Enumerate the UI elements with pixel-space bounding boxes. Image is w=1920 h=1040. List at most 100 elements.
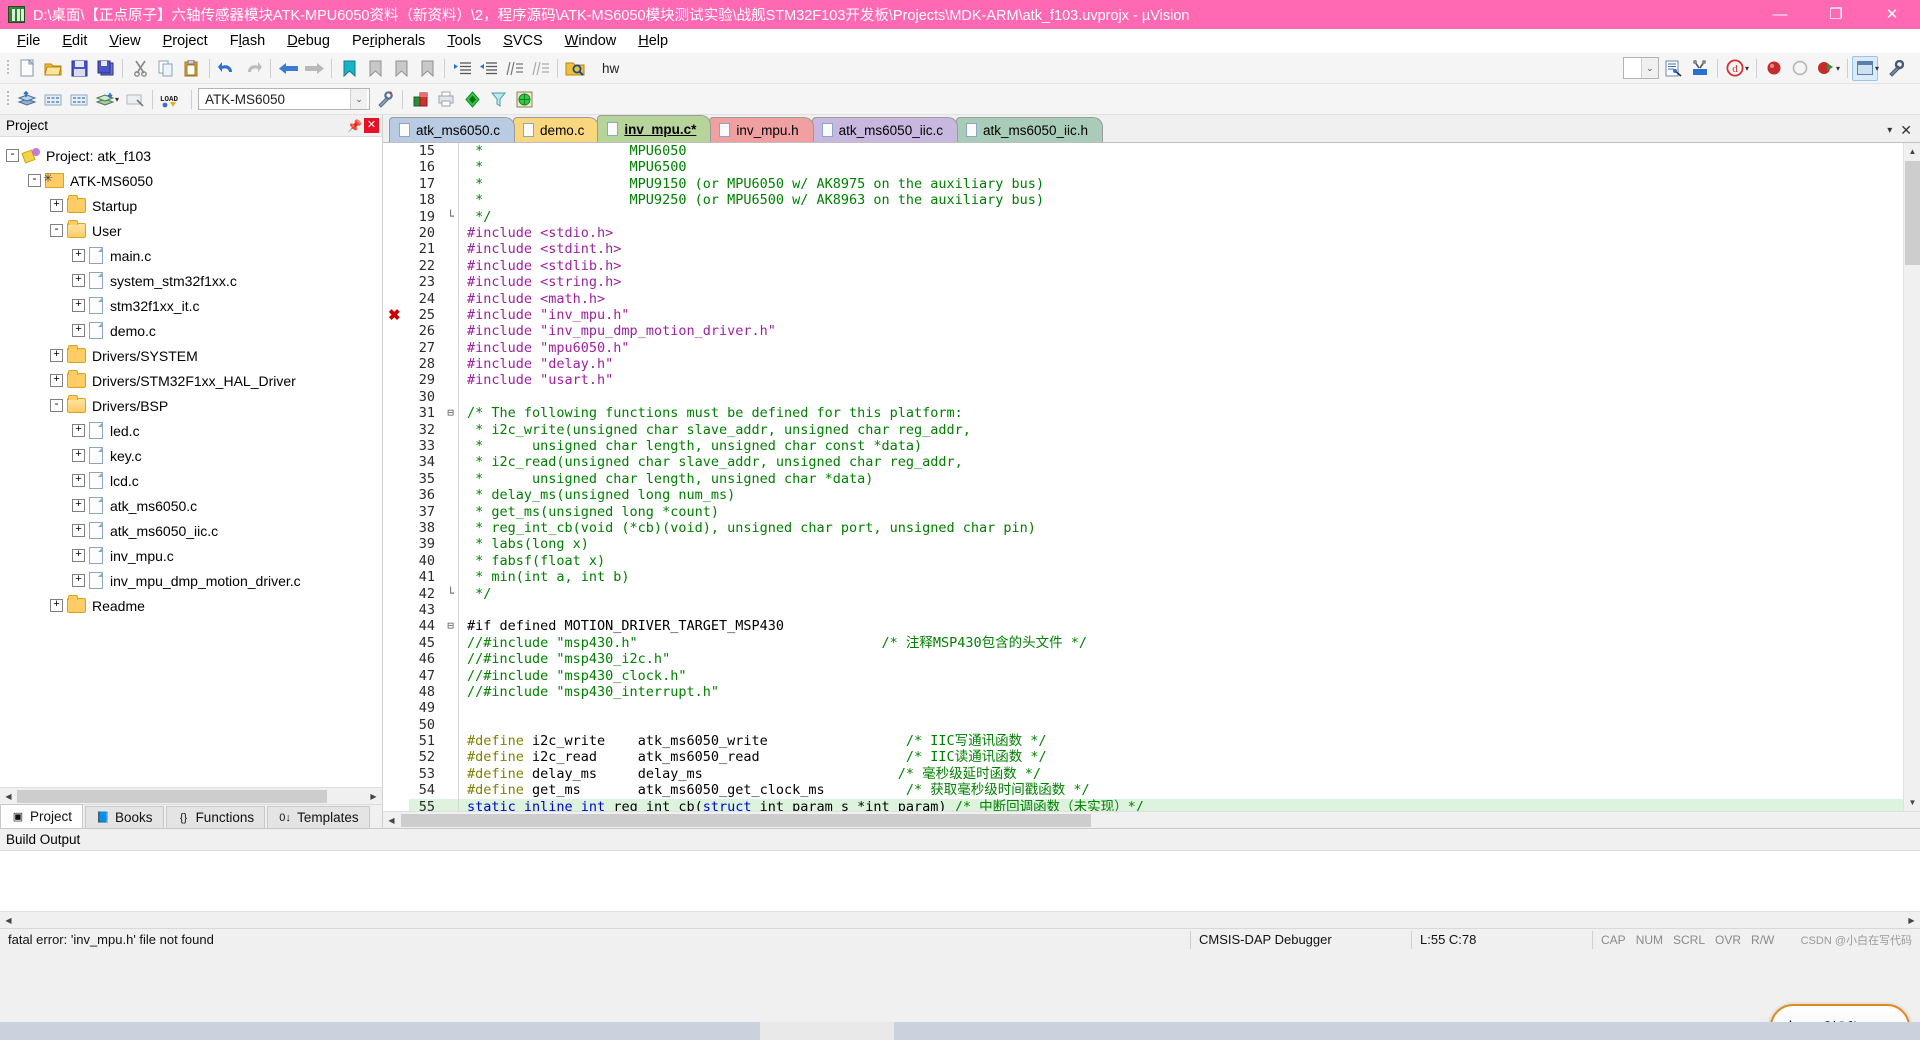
diamond-icon[interactable] bbox=[459, 87, 485, 112]
target-options-icon[interactable] bbox=[372, 87, 398, 112]
scroll-up-icon[interactable]: ▲ bbox=[1904, 143, 1920, 160]
build-caret-icon[interactable]: ▾ bbox=[115, 95, 119, 104]
code-line[interactable]: 25 #include "inv_mpu.h" bbox=[409, 306, 1903, 324]
tree-item[interactable]: - ATK-MS6050 bbox=[6, 168, 382, 193]
bookmark-toggle-icon[interactable] bbox=[336, 56, 362, 81]
code-line[interactable]: 24 #include <math.h> bbox=[409, 290, 1903, 307]
code-line[interactable]: 45 //#include "msp430.h" /* 注释MSP430包含的头文… bbox=[409, 634, 1903, 652]
code-line[interactable]: 50 bbox=[409, 716, 1903, 734]
open-file-icon[interactable] bbox=[40, 56, 66, 81]
code-line[interactable]: 41 * min(int a, int b) bbox=[409, 569, 1903, 586]
code-line[interactable]: 21 #include <stdint.h> bbox=[409, 241, 1903, 258]
chevron-down-icon[interactable]: ⌄ bbox=[1640, 58, 1658, 78]
build-output-body[interactable] bbox=[0, 851, 1920, 911]
indent-icon[interactable] bbox=[449, 56, 475, 81]
find-in-files-icon[interactable] bbox=[562, 56, 588, 81]
tree-item[interactable]: + inv_mpu.c bbox=[6, 543, 382, 568]
tree-item[interactable]: + system_stm32f1xx.c bbox=[6, 268, 382, 293]
search-field-value[interactable]: hw bbox=[594, 61, 627, 76]
expand-icon[interactable]: + bbox=[50, 374, 63, 387]
expand-icon[interactable]: + bbox=[72, 574, 85, 587]
expand-icon[interactable]: + bbox=[72, 249, 85, 262]
code-line[interactable]: 40 * fabsf(float x) bbox=[409, 552, 1903, 570]
panel-tab-templates[interactable]: 0↓ Templates bbox=[267, 806, 370, 828]
build-scroll-right-icon[interactable]: ▶ bbox=[1903, 912, 1920, 928]
code-line[interactable]: 37 * get_ms(unsigned long *count) bbox=[409, 503, 1903, 520]
paste-icon[interactable] bbox=[179, 56, 205, 81]
outdent-icon[interactable] bbox=[475, 56, 501, 81]
code-line[interactable]: 17 * MPU9150 (or MPU6050 w/ AK8975 on th… bbox=[409, 175, 1903, 193]
expand-icon[interactable]: + bbox=[50, 349, 63, 362]
tree-item[interactable]: + lcd.c bbox=[6, 468, 382, 493]
close-button[interactable]: ✕ bbox=[1864, 0, 1920, 29]
minimize-button[interactable]: — bbox=[1752, 0, 1808, 29]
expand-icon[interactable]: + bbox=[72, 449, 85, 462]
code-line[interactable]: 16 * MPU6500 bbox=[409, 159, 1903, 176]
tree-item[interactable]: + Drivers/STM32F1xx_HAL_Driver bbox=[6, 368, 382, 393]
code-line[interactable]: 23 #include <string.h> bbox=[409, 274, 1903, 291]
panel-tab-functions[interactable]: {} Functions bbox=[165, 806, 266, 828]
comment-icon[interactable] bbox=[501, 56, 527, 81]
build-scroll-left-icon[interactable]: ◀ bbox=[0, 912, 17, 928]
code-line[interactable]: 20 #include <stdio.h> bbox=[409, 224, 1903, 242]
code-line[interactable]: 15 * MPU6050 bbox=[409, 143, 1903, 160]
code-hscroll-thumb[interactable] bbox=[401, 813, 1091, 827]
bookmark-clear-icon[interactable] bbox=[414, 56, 440, 81]
code-line[interactable]: 26 #include "inv_mpu_dmp_motion_driver.h" bbox=[409, 323, 1903, 340]
tree-item[interactable]: + demo.c bbox=[6, 318, 382, 343]
code-line[interactable]: 22 #include <stdlib.h> bbox=[409, 257, 1903, 275]
target-select[interactable]: ATK-MS6050 ⌄ bbox=[198, 88, 371, 110]
code-vscrollbar[interactable]: ▲ ▼ bbox=[1903, 143, 1920, 811]
code-line[interactable]: 19 └ */ bbox=[409, 208, 1903, 225]
fold-marker[interactable]: └ bbox=[443, 586, 458, 602]
build-target-icon[interactable] bbox=[14, 87, 40, 112]
code-line[interactable]: 53 #define delay_ms delay_ms /* 毫秒级延时函数 *… bbox=[409, 765, 1903, 783]
expand-icon[interactable]: + bbox=[72, 324, 85, 337]
code-line[interactable]: 47 //#include "msp430_clock.h" bbox=[409, 667, 1903, 684]
scroll-thumb[interactable] bbox=[17, 789, 327, 803]
tree-item[interactable]: + key.c bbox=[6, 443, 382, 468]
tree-item[interactable]: - User bbox=[6, 218, 382, 243]
error-marker-icon[interactable]: ✖ bbox=[388, 308, 401, 323]
undo-icon[interactable] bbox=[214, 56, 240, 81]
redo-icon[interactable] bbox=[240, 56, 266, 81]
scroll-down-icon[interactable]: ▼ bbox=[1904, 794, 1920, 811]
project-hscrollbar[interactable]: ◀ ▶ bbox=[0, 787, 382, 804]
menu-file[interactable]: File bbox=[6, 31, 51, 51]
save-icon[interactable] bbox=[66, 56, 92, 81]
tree-item[interactable]: + led.c bbox=[6, 418, 382, 443]
code-line[interactable]: 29 #include "usart.h" bbox=[409, 372, 1903, 389]
code-line[interactable]: 54 #define get_ms atk_ms6050_get_clock_ms… bbox=[409, 782, 1903, 799]
close-icon[interactable]: ✕ bbox=[364, 118, 379, 133]
bookmark-next-icon[interactable] bbox=[388, 56, 414, 81]
code-line[interactable]: 30 bbox=[409, 388, 1903, 406]
menu-help[interactable]: Help bbox=[627, 31, 679, 51]
collapse-icon[interactable]: - bbox=[50, 399, 63, 412]
tree-item[interactable]: + stm32f1xx_it.c bbox=[6, 293, 382, 318]
error-gutter[interactable]: ✖ bbox=[383, 143, 409, 811]
toolbar-grip[interactable] bbox=[4, 57, 12, 79]
code-line[interactable]: 36 * delay_ms(unsigned long num_ms) bbox=[409, 487, 1903, 504]
code-line[interactable]: 48 //#include "msp430_interrupt.h" bbox=[409, 683, 1903, 701]
tree-item[interactable]: + Readme bbox=[6, 593, 382, 618]
code-line[interactable]: 35 * unsigned char length, unsigned char… bbox=[409, 470, 1903, 488]
scroll-right-icon[interactable]: ▶ bbox=[365, 788, 382, 804]
code-line[interactable]: 38 * reg_int_cb(void (*cb)(void), unsign… bbox=[409, 519, 1903, 537]
tree-item[interactable]: + Drivers/SYSTEM bbox=[6, 343, 382, 368]
fold-marker[interactable]: ⊟ bbox=[443, 618, 458, 634]
layout-caret-icon[interactable]: ▾ bbox=[1875, 64, 1879, 73]
stop-build-icon[interactable] bbox=[122, 87, 148, 112]
editor-tab-atk_ms6050_iicc[interactable]: atk_ms6050_iic.c bbox=[811, 117, 958, 142]
editor-tab-inv_mpuh[interactable]: inv_mpu.h bbox=[709, 117, 814, 142]
pin-icon[interactable]: 📌 bbox=[347, 118, 362, 133]
insert-file-icon[interactable] bbox=[1661, 56, 1687, 81]
tree-item[interactable]: + inv_mpu_dmp_motion_driver.c bbox=[6, 568, 382, 593]
collapse-icon[interactable]: - bbox=[28, 174, 41, 187]
new-file-icon[interactable] bbox=[14, 56, 40, 81]
expand-icon[interactable]: + bbox=[72, 474, 85, 487]
code-line[interactable]: 51 #define i2c_write atk_ms6050_write /* … bbox=[409, 733, 1903, 750]
code-scroll-left-icon[interactable]: ◀ bbox=[383, 812, 400, 828]
menu-peripherals[interactable]: Peripherals bbox=[341, 31, 436, 51]
code-line[interactable]: 55 static inline int reg_int_cb(struct in… bbox=[409, 798, 1903, 811]
load-icon[interactable]: LOAD bbox=[157, 87, 187, 112]
